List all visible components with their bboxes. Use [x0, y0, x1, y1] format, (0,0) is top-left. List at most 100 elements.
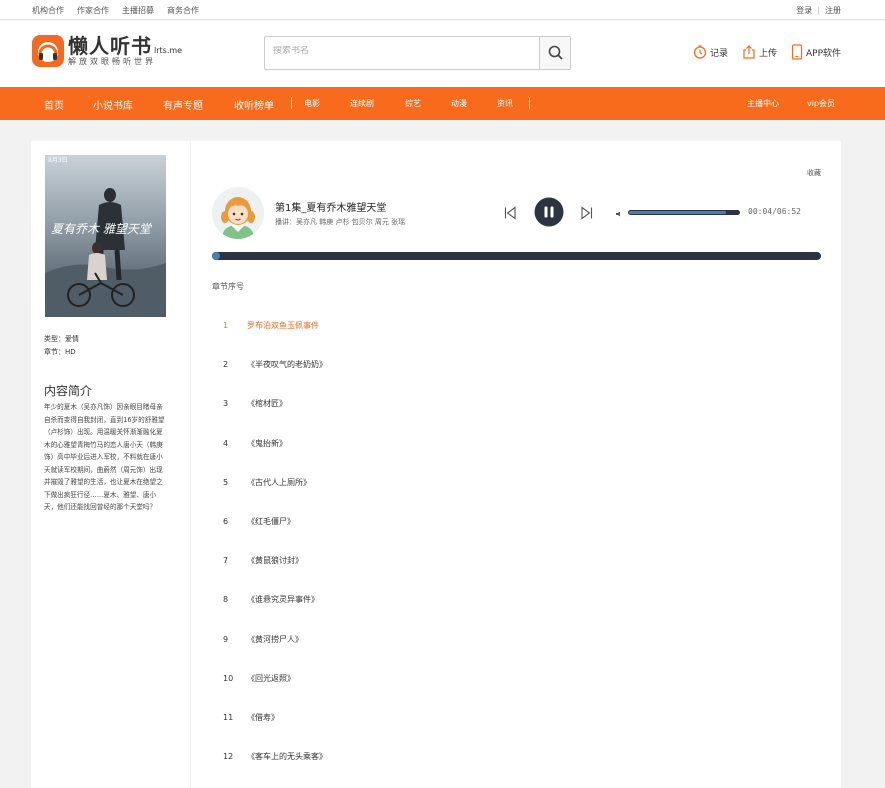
main-nav: 首页 小说书库 有声专题 收听榜单 电影 连续剧 综艺 动漫 资讯 主播中心 v…: [0, 87, 885, 120]
album-type: 类型：爱情: [44, 335, 79, 343]
favorite-button[interactable]: 收藏: [807, 168, 821, 178]
app-link[interactable]: APP软件: [791, 44, 841, 60]
upload-icon: [743, 45, 755, 59]
top-link-anchor[interactable]: 主播招募: [122, 5, 154, 16]
poster-image: 8月3日 夏有乔木 雅望天堂: [45, 155, 166, 317]
chapter-item[interactable]: 4 《鬼抬新》: [223, 438, 287, 449]
history-link[interactable]: 记录: [693, 45, 728, 59]
nav-movies[interactable]: 电影: [304, 98, 320, 109]
playback-progress-fill: [212, 252, 220, 260]
chapter-number: 9: [223, 634, 229, 644]
chapter-number: 2: [223, 360, 229, 370]
history-label: 记录: [709, 48, 728, 59]
top-bar: 机构合作 作家合作 主播招募 商务合作 登录 | 注册: [0, 0, 885, 20]
intro-text: 年少的夏木（吴亦凡饰）因亲眼目睹母亲自杀而变得自我封闭，直到16岁的舒雅望（卢杉…: [44, 403, 165, 511]
logo[interactable]: 懒人听书 lrts.me 解放双眼畅听世界: [32, 35, 182, 67]
chapter-number: 7: [223, 556, 229, 566]
volume-level: [629, 211, 726, 214]
poster-title: 夏有乔木 雅望天堂: [51, 222, 153, 236]
search-input[interactable]: [273, 46, 533, 56]
chapter-item[interactable]: 5 《古代人上厕所》: [223, 477, 311, 488]
chapter-title: 罗布泊双鱼玉佩事件: [247, 321, 319, 330]
nav-variety[interactable]: 综艺: [405, 98, 421, 109]
phone-icon: [791, 44, 803, 60]
logo-domain: lrts.me: [154, 46, 183, 55]
login-link[interactable]: 登录: [796, 5, 812, 16]
chapter-item[interactable]: 2 《半夜叹气的老奶奶》: [223, 359, 327, 370]
chapter-list-heading: 章节序号: [212, 282, 244, 291]
chapter-item[interactable]: 3 《棺材匠》: [223, 398, 287, 409]
auth-links: 登录 | 注册: [796, 5, 841, 16]
chapter-item[interactable]: 11 《借寿》: [223, 712, 279, 723]
header: 懒人听书lrts.me 解放双眼畅听世界 记录 上传: [0, 21, 885, 87]
chapter-item[interactable]: 7 《黄鼠狼讨封》: [223, 555, 303, 566]
nav-news[interactable]: 资讯: [497, 98, 513, 109]
playback-progress-bar[interactable]: [212, 252, 821, 260]
album-meta: 类型：爱情 章节：HD: [44, 333, 79, 359]
nav-rankings[interactable]: 收听榜单: [234, 97, 274, 112]
headphones-logo-icon: [32, 35, 64, 67]
album-chapter: 章节：HD: [44, 348, 76, 356]
chapter-number: 8: [223, 595, 229, 605]
chapter-title: 《黄河捞尸人》: [247, 634, 303, 644]
chapter-number: 5: [223, 477, 229, 487]
logo-slogan: 解放双眼畅听世界: [68, 57, 156, 66]
chapter-number: 10: [223, 673, 234, 683]
search-icon: [548, 45, 563, 60]
chapter-item[interactable]: 6 《红毛僵尸》: [223, 516, 295, 527]
pause-button[interactable]: [534, 197, 564, 227]
chapter-title: 《红毛僵尸》: [247, 517, 295, 526]
nav-topics[interactable]: 有声专题: [163, 97, 203, 112]
chapter-title: 《半夜叹气的老奶奶》: [247, 360, 327, 370]
nav-divider: [291, 97, 292, 109]
chapter-number: 4: [223, 438, 229, 448]
nav-anchor-center[interactable]: 主播中心: [747, 98, 779, 109]
chapter-title: 《棺材匠》: [247, 399, 287, 409]
chapter-title: 《借寿》: [247, 713, 279, 722]
nav-home[interactable]: 首页: [44, 97, 64, 112]
clock-icon: [693, 45, 707, 59]
chapter-title: 《古代人上厕所》: [247, 477, 311, 487]
search-box: [264, 36, 571, 70]
register-link[interactable]: 注册: [825, 5, 841, 16]
episode-cast: 播讲：吴亦凡 韩庚 卢杉 包贝尔 周元 张瑶: [275, 218, 406, 226]
top-link-org[interactable]: 机构合作: [32, 5, 64, 16]
chapter-item[interactable]: 12 《客车上的无头乘客》: [223, 751, 327, 762]
nav-novels[interactable]: 小说书库: [93, 97, 133, 112]
poster-date: 8月3日: [48, 157, 68, 164]
narrator-avatar: [212, 187, 264, 239]
chapter-item[interactable]: 9 《黄河捞尸人》: [223, 634, 303, 645]
chapter-title: 《鬼抬新》: [247, 438, 287, 448]
album-poster[interactable]: 8月3日 夏有乔木 雅望天堂: [45, 155, 166, 317]
chapter-number: 6: [223, 517, 229, 526]
nav-anime[interactable]: 动漫: [451, 98, 467, 109]
top-links: 机构合作 作家合作 主播招募 商务合作: [32, 5, 199, 16]
player-panel: 收藏 第1集_夏有乔木雅望天堂 播讲：吴亦凡 韩庚 卢杉 包贝尔 周元 张瑶 0…: [191, 141, 841, 788]
chapter-number: 1: [223, 321, 229, 330]
nav-divider: [529, 97, 530, 109]
logo-name: 懒人听书: [68, 34, 152, 58]
playback-time: 00:04/06:52: [748, 207, 801, 216]
header-actions: 记录 上传 APP软件: [693, 44, 841, 60]
chapter-title: 《客车上的无头乘客》: [247, 752, 327, 762]
chapter-number: 12: [223, 752, 234, 762]
auth-separator: |: [817, 6, 820, 15]
nav-vip[interactable]: vip会员: [807, 98, 835, 109]
chapter-title: 《黄鼠狼讨封》: [247, 556, 303, 566]
episode-title: 第1集_夏有乔木雅望天堂: [275, 203, 387, 214]
chapter-item[interactable]: 1 罗布泊双鱼玉佩事件: [223, 320, 319, 331]
previous-track-icon[interactable]: [502, 205, 518, 221]
app-label: APP软件: [805, 48, 841, 59]
top-link-business[interactable]: 商务合作: [167, 5, 199, 16]
chapter-title: 《谁悬究灵异事件》: [247, 595, 319, 605]
next-track-icon[interactable]: [579, 205, 595, 221]
upload-link[interactable]: 上传: [742, 45, 777, 59]
chapter-item[interactable]: 10 《回光返照》: [223, 673, 295, 684]
volume-slider[interactable]: [628, 210, 740, 215]
chapter-title: 《回光返照》: [247, 673, 295, 683]
chapter-item[interactable]: 8 《谁悬究灵异事件》: [223, 594, 319, 605]
search-button[interactable]: [539, 37, 570, 69]
top-link-author[interactable]: 作家合作: [77, 5, 109, 16]
nav-series[interactable]: 连续剧: [350, 98, 374, 109]
volume-icon[interactable]: [616, 211, 622, 217]
